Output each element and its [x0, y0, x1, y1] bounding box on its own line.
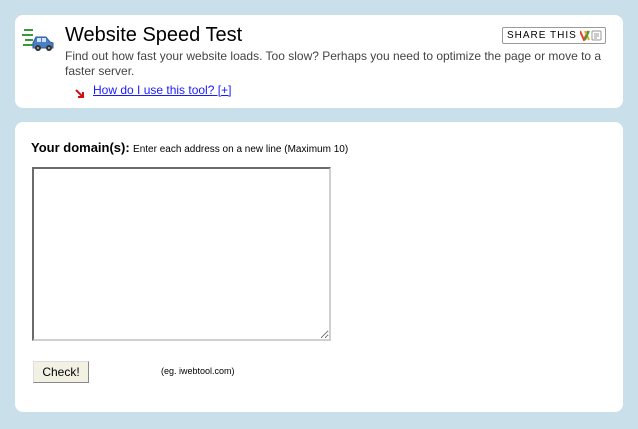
tool-description: Find out how fast your website loads. To…: [65, 49, 602, 78]
domain-hint: Enter each address on a new line (Maximu…: [133, 144, 349, 155]
share-button[interactable]: SHARE THIS: [502, 27, 606, 44]
form-panel: Your domain(s): Enter each address on a …: [15, 122, 623, 412]
check-button[interactable]: Check!: [33, 361, 89, 383]
speeding-car-icon: [22, 25, 54, 53]
domain-label: Your domain(s): Enter each address on a …: [31, 140, 348, 155]
header-panel: Website Speed Test SHARE THIS Find out h…: [15, 15, 623, 108]
share-icon: [579, 30, 602, 41]
red-arrow-icon: [75, 86, 85, 98]
page-title: Website Speed Test: [65, 24, 243, 46]
domain-label-title: Your domain(s):: [31, 140, 130, 155]
help-link[interactable]: How do I use this tool? [+]: [93, 83, 231, 97]
share-label: SHARE THIS: [507, 30, 577, 41]
example-text: (eg. iwebtool.com): [161, 366, 235, 376]
domains-textarea[interactable]: [32, 167, 331, 341]
